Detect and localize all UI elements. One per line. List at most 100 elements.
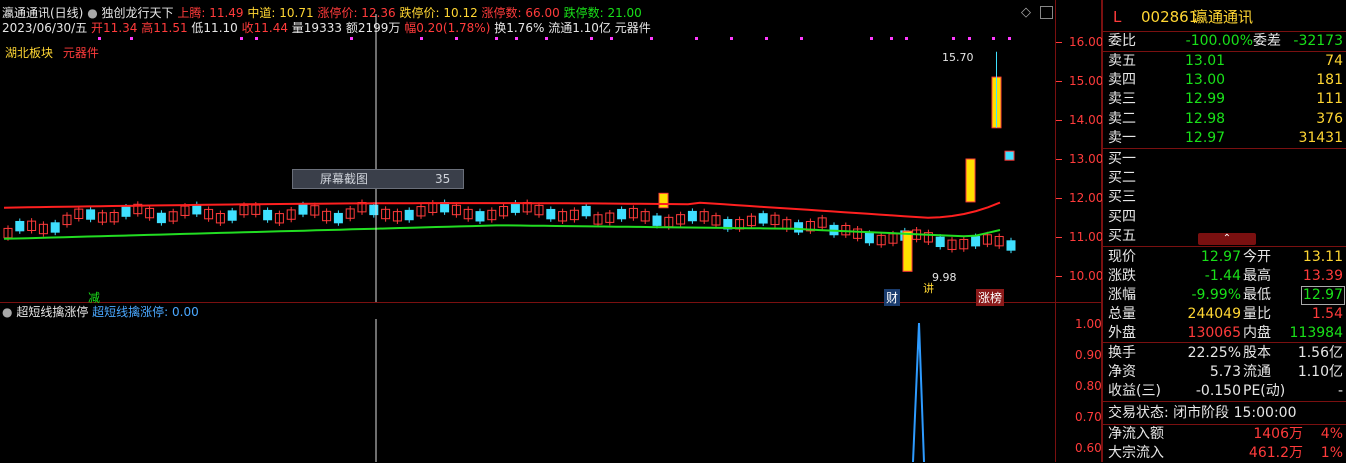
price-axis-tick: 12.00: [1069, 191, 1104, 205]
stock-name: 瀛通通讯: [1193, 8, 1254, 26]
flow-row[interactable]: 大宗流入 461.2万 1%: [1103, 444, 1346, 463]
stat-row[interactable]: 总量 244049 量比 1.54: [1103, 305, 1346, 324]
fund-label: 收益(三): [1108, 383, 1161, 399]
indicator-name[interactable]: 独创龙行天下: [102, 6, 174, 20]
signal-dot: [765, 37, 768, 40]
ask-volume: 376: [1316, 110, 1343, 127]
ask-row[interactable]: 卖二 12.98 376: [1103, 110, 1346, 129]
fund-value: 22.25%: [1187, 345, 1241, 361]
bid-row[interactable]: 买三: [1103, 188, 1346, 207]
bar-turnover: 换1.76%: [494, 21, 545, 35]
stat-row[interactable]: 现价 12.97 今开 13.11: [1103, 248, 1346, 267]
flow-row[interactable]: 净流入额 1406万 4%: [1103, 425, 1346, 444]
ask-row[interactable]: 卖一 12.97 31431: [1103, 129, 1346, 148]
stat-label: 总量: [1108, 306, 1136, 322]
signal-dot: [730, 37, 733, 40]
candle-body: [121, 206, 131, 217]
signal-dot: [350, 37, 353, 40]
stat-value: 12.97: [1200, 249, 1241, 265]
candle-body: [156, 212, 166, 224]
candle-body: [50, 222, 60, 233]
marker-jiang[interactable]: 讲: [923, 280, 934, 296]
bar-open: 开11.34: [91, 21, 138, 35]
bar-high: 高11.51: [141, 21, 188, 35]
kline-chart[interactable]: [0, 0, 1055, 303]
price-axis-tick: 13.00: [1069, 152, 1104, 166]
signal-dot: [968, 37, 971, 40]
candle-body: [263, 209, 273, 221]
fund-row[interactable]: 净资 5.73 流通 1.10亿: [1103, 363, 1346, 382]
board-tag[interactable]: 元器件: [63, 46, 99, 60]
fund-label-2: 流通: [1243, 364, 1271, 380]
limit-down-price: 跌停价: 10.12: [399, 6, 478, 20]
price-axis-tick: 16.00: [1069, 35, 1104, 49]
fund-row[interactable]: 收益(三) -0.150 PE(动) -: [1103, 382, 1346, 401]
bid-row[interactable]: 买二: [1103, 169, 1346, 188]
fund-label: 换手: [1108, 345, 1136, 361]
limit-candle: [902, 230, 913, 272]
bar-low: 低11.10: [191, 21, 238, 35]
bid-row[interactable]: 买一: [1103, 150, 1346, 169]
signal-dot: [515, 37, 518, 40]
stat-value-2: 113984: [1289, 325, 1343, 341]
fund-value: 5.73: [1209, 364, 1241, 380]
indicator-axis-tick: 0.90: [1075, 348, 1102, 362]
stock-title-row: L 002861 瀛通通讯: [1103, 8, 1346, 27]
stat-label-2: 量比: [1243, 306, 1271, 322]
bid-label: 买三: [1108, 189, 1136, 206]
candle-body: [687, 210, 697, 222]
signal-dot: [240, 37, 243, 40]
candle-body: [864, 232, 874, 244]
stat-label: 外盘: [1108, 325, 1136, 341]
indicator-gear-icon-lower[interactable]: ●: [2, 305, 12, 319]
ask-volume: 111: [1316, 91, 1343, 108]
window-toggle-icon[interactable]: [1040, 6, 1053, 19]
signal-dot: [98, 37, 101, 40]
screenshot-popup[interactable]: 屏幕截图 35: [292, 169, 464, 189]
price-axis-tick: 14.00: [1069, 113, 1104, 127]
bid-label: 买一: [1108, 151, 1136, 167]
candle-body: [510, 202, 520, 213]
expand-chevron-icon[interactable]: ⌃: [1198, 233, 1256, 245]
fund-row[interactable]: 换手 22.25% 股本 1.56亿: [1103, 344, 1346, 363]
indicator-axis-tick: 0.80: [1075, 379, 1102, 393]
candle-body: [546, 208, 556, 220]
ask-label: 卖三: [1108, 91, 1136, 108]
signal-dot: [610, 37, 613, 40]
signal-dot: [590, 37, 593, 40]
diamond-icon[interactable]: ◇: [1021, 5, 1031, 20]
stock-period-label: 瀛通通讯(日线): [2, 6, 84, 20]
candle-body: [475, 211, 485, 222]
indicator-gear-icon[interactable]: ●: [87, 6, 97, 20]
stock-code: 002861: [1141, 8, 1199, 26]
signal-dot: [992, 37, 995, 40]
candle-body: [1006, 240, 1016, 251]
signal-dot: [905, 37, 908, 40]
chart-header-line1: 瀛通通讯(日线) ● 独创龙行天下 上腾: 11.49 中道: 10.71 涨停…: [2, 6, 642, 20]
stat-row[interactable]: 涨跌 -1.44 最高 13.39: [1103, 267, 1346, 286]
bid-row[interactable]: 买四: [1103, 208, 1346, 227]
board-info: 湖北板块 元器件: [5, 46, 99, 60]
limit-candle: [1004, 150, 1015, 161]
screenshot-count: 35: [435, 172, 451, 186]
lower-band-line: [3, 224, 1001, 240]
candle-body: [581, 205, 591, 217]
candle-body: [935, 236, 945, 248]
indicator-chart[interactable]: [0, 303, 1055, 462]
price-axis-tick: 11.00: [1069, 230, 1104, 244]
stat-row[interactable]: 外盘 130065 内盘 113984: [1103, 324, 1346, 343]
bid-label: 买二: [1108, 170, 1136, 187]
ask-label: 卖一: [1108, 129, 1136, 146]
ask-row[interactable]: 卖三 12.99 111: [1103, 90, 1346, 109]
fund-value: -0.150: [1195, 383, 1241, 399]
weibi-value: -100.00%: [1185, 33, 1253, 49]
board-label[interactable]: 湖北板块: [5, 46, 53, 60]
ask-row[interactable]: 卖四 13.00 181: [1103, 71, 1346, 90]
candle-body: [86, 209, 96, 220]
ask-row[interactable]: 卖五 13.01 74: [1103, 52, 1346, 71]
flow-pct: 1%: [1320, 445, 1343, 461]
indicator-title[interactable]: 超短线擒涨停: [16, 305, 88, 319]
signal-dot: [695, 37, 698, 40]
fund-value-2: 1.10亿: [1297, 364, 1343, 380]
fund-value-2: -: [1337, 383, 1343, 399]
